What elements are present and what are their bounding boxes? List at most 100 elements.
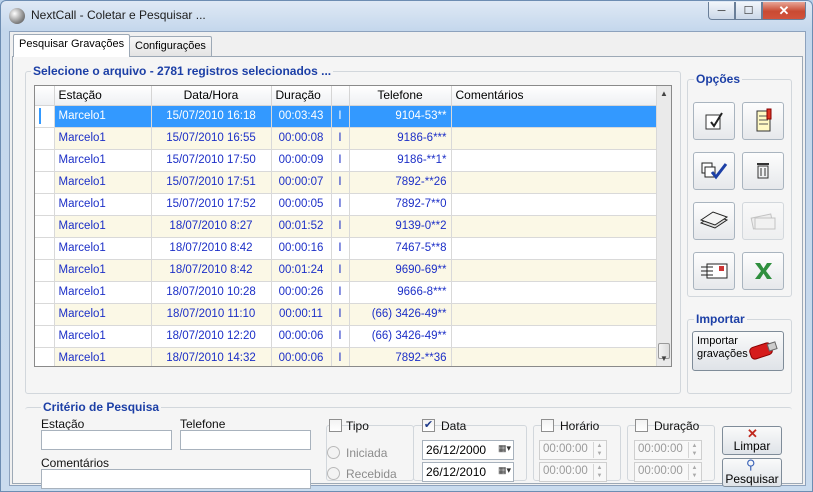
table-row[interactable]: Marcelo1 18/07/2010 12:20 00:00:06 I (66) 34… xyxy=(35,325,659,348)
cell-tipo: I xyxy=(331,325,350,348)
row-header[interactable] xyxy=(35,325,55,348)
initiated-radio[interactable] xyxy=(327,446,340,459)
cell-datahora: 18/07/2010 8:42 xyxy=(151,237,272,260)
cell-duracao: 00:01:52 xyxy=(271,215,332,238)
maximize-button[interactable]: ☐ xyxy=(735,2,762,20)
spinner-icon[interactable]: ▲ ▼ xyxy=(688,464,700,480)
table-row[interactable]: Marcelo1 18/07/2010 11:10 00:00:11 I (66) 34… xyxy=(35,303,659,326)
title-bar[interactable]: NextCall - Coletar e Pesquisar ... ─ ☐ ✕ xyxy=(1,1,812,31)
cell-duracao: 00:00:06 xyxy=(271,325,332,348)
row-header[interactable] xyxy=(35,347,55,366)
cell-tipo: I xyxy=(331,347,350,366)
duration-to-input[interactable]: 00:00:00 ▲ ▼ xyxy=(634,462,702,482)
spinner-icon[interactable]: ▲ ▼ xyxy=(593,442,605,458)
window-title: NextCall - Coletar e Pesquisar ... xyxy=(31,8,206,22)
excel-export-button[interactable] xyxy=(742,252,784,290)
edit-note-button[interactable] xyxy=(693,102,735,140)
scroll-down-icon[interactable]: ▼ xyxy=(657,351,671,366)
time-from-input[interactable]: 00:00:00 ▲ ▼ xyxy=(539,440,607,460)
row-header[interactable] xyxy=(35,215,55,238)
cell-tipo: I xyxy=(331,127,350,150)
table-row[interactable]: Marcelo1 15/07/2010 17:52 00:00:05 I 7892-7*… xyxy=(35,193,659,216)
table-row[interactable]: Marcelo1 15/07/2010 16:18 00:03:43 I 9104-53… xyxy=(35,105,659,128)
row-header[interactable] xyxy=(35,127,55,150)
spinner-icon[interactable]: ▲ ▼ xyxy=(688,442,700,458)
row-header[interactable] xyxy=(35,281,55,304)
received-radio[interactable] xyxy=(327,467,340,480)
duration-checkbox[interactable] xyxy=(635,419,648,432)
tab-pesquisar-gravacoes[interactable]: Pesquisar Gravações xyxy=(13,34,131,57)
phone-input[interactable] xyxy=(180,430,311,450)
table-row[interactable]: Marcelo1 15/07/2010 17:51 00:00:07 I 7892-**… xyxy=(35,171,659,194)
table-row[interactable]: Marcelo1 15/07/2010 16:55 00:00:08 I 9186-6*… xyxy=(35,127,659,150)
money-icon xyxy=(750,213,776,230)
row-header[interactable] xyxy=(35,303,55,326)
tab-configuracoes[interactable]: Configurações xyxy=(129,36,212,56)
cell-tipo: I xyxy=(331,193,350,216)
col-header-telefone[interactable]: Telefone xyxy=(349,86,452,106)
cell-datahora: 15/07/2010 17:50 xyxy=(151,149,272,172)
time-checkbox[interactable] xyxy=(541,419,554,432)
delete-button[interactable] xyxy=(742,152,784,190)
scroll-up-icon[interactable]: ▲ xyxy=(657,86,671,101)
stack-button[interactable] xyxy=(693,202,735,240)
import-recordings-button[interactable]: Importar gravações xyxy=(692,331,784,371)
col-header-datahora[interactable]: Data/Hora xyxy=(151,86,272,106)
table-row[interactable]: Marcelo1 18/07/2010 8:27 00:01:52 I 9139-0**… xyxy=(35,215,659,238)
search-button[interactable]: ⚲ Pesquisar xyxy=(722,458,782,487)
row-header[interactable] xyxy=(35,259,55,282)
date-checkbox[interactable]: ✔ xyxy=(422,419,435,432)
date-to-picker[interactable]: 26/12/2010 ▦▾ xyxy=(422,462,514,482)
row-header[interactable] xyxy=(35,171,55,194)
comments-input[interactable] xyxy=(41,469,311,489)
calendar-dropdown-icon[interactable]: ▦▾ xyxy=(498,443,511,454)
clear-button[interactable]: ✕ Limpar xyxy=(722,426,782,455)
type-label: Tipo xyxy=(346,419,369,433)
duration-from-input[interactable]: 00:00:00 ▲ ▼ xyxy=(634,440,702,460)
calendar-dropdown-icon[interactable]: ▦▾ xyxy=(498,465,511,476)
station-input[interactable] xyxy=(41,430,172,450)
cell-telefone: 7892-**36 xyxy=(349,347,452,366)
close-button[interactable]: ✕ xyxy=(762,2,806,20)
col-header-duracao[interactable]: Duração xyxy=(271,86,332,106)
card-button[interactable] xyxy=(693,252,735,290)
check-all-button[interactable] xyxy=(693,152,735,190)
row-header[interactable] xyxy=(35,237,55,260)
date-from-picker[interactable]: 26/12/2000 ▦▾ xyxy=(422,440,514,460)
client-area: Pesquisar Gravações Configurações Seleci… xyxy=(9,31,806,489)
cell-telefone: 9104-53** xyxy=(349,105,452,128)
table-row[interactable]: Marcelo1 18/07/2010 10:28 00:00:26 I 9666-8*… xyxy=(35,281,659,304)
cell-duracao: 00:01:24 xyxy=(271,259,332,282)
cell-estacao: Marcelo1 xyxy=(54,171,152,194)
trash-icon xyxy=(757,163,769,179)
recordings-grid[interactable]: Estação Data/Hora Duração Telefone Comen… xyxy=(34,85,672,367)
table-row[interactable]: Marcelo1 15/07/2010 17:50 00:00:09 I 9186-**… xyxy=(35,149,659,172)
minimize-button[interactable]: ─ xyxy=(708,2,735,20)
table-row[interactable]: Marcelo1 18/07/2010 8:42 00:01:24 I 9690-69*… xyxy=(35,259,659,282)
row-header[interactable] xyxy=(35,149,55,172)
cell-datahora: 18/07/2010 8:27 xyxy=(151,215,272,238)
row-header[interactable] xyxy=(35,105,55,128)
table-row[interactable]: Marcelo1 18/07/2010 8:42 00:00:16 I 7467-5**… xyxy=(35,237,659,260)
money-button[interactable] xyxy=(742,202,784,240)
duration-to-value: 00:00:00 xyxy=(638,465,683,477)
col-header-comentarios[interactable]: Comentários xyxy=(451,86,659,106)
grid-vertical-scrollbar[interactable]: ▲ ▼ xyxy=(656,86,671,366)
cell-estacao: Marcelo1 xyxy=(54,303,152,326)
import-button-line2: gravações xyxy=(697,348,748,360)
table-row[interactable]: Marcelo1 18/07/2010 14:32 00:00:06 I 7892-**… xyxy=(35,347,659,366)
spinner-icon[interactable]: ▲ ▼ xyxy=(593,464,605,480)
cell-estacao: Marcelo1 xyxy=(54,215,152,238)
cell-telefone: 7892-7**0 xyxy=(349,193,452,216)
notepad-button[interactable] xyxy=(742,102,784,140)
col-header-tipo[interactable] xyxy=(331,86,350,106)
cell-duracao: 00:00:05 xyxy=(271,193,332,216)
col-header-estacao[interactable]: Estação xyxy=(54,86,152,106)
time-to-input[interactable]: 00:00:00 ▲ ▼ xyxy=(539,462,607,482)
cell-datahora: 18/07/2010 11:10 xyxy=(151,303,272,326)
type-checkbox[interactable] xyxy=(329,419,342,432)
cell-telefone: 9186-6*** xyxy=(349,127,452,150)
row-header[interactable] xyxy=(35,193,55,216)
current-row-marker xyxy=(39,108,41,124)
time-label: Horário xyxy=(560,419,600,433)
